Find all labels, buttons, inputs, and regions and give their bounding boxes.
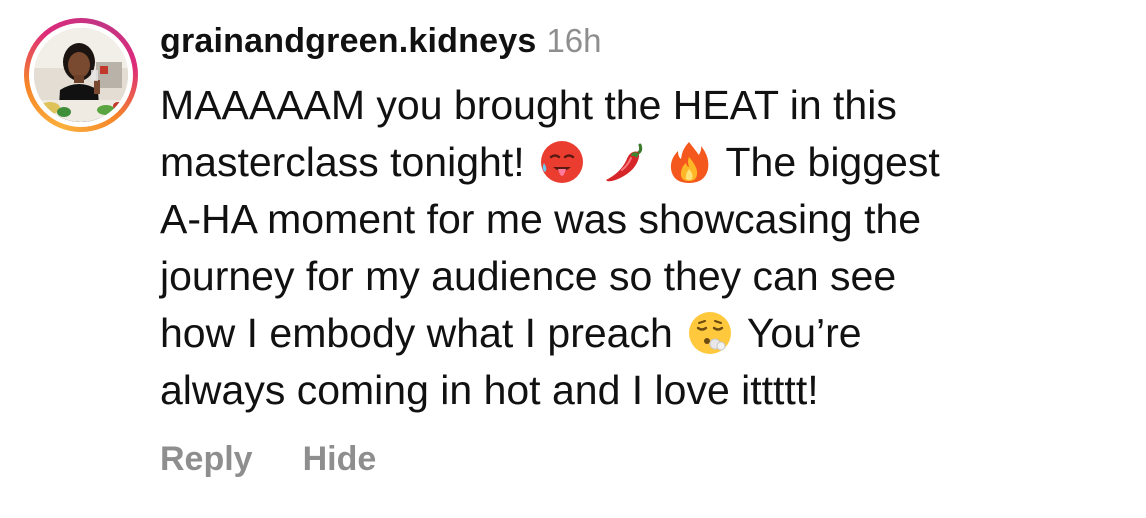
comment-text: You’re xyxy=(746,310,862,356)
comment-body: MAAAAAM you brought the HEAT in this mas… xyxy=(160,77,1120,419)
comment-line: always coming in hot and I love ittttt! xyxy=(160,362,1120,419)
avatar-photo xyxy=(34,28,128,122)
comment-line: A-HA moment for me was showcasing the xyxy=(160,191,1120,248)
hot-face-emoji-icon xyxy=(539,139,585,185)
hot-pepper-emoji-icon xyxy=(602,139,648,185)
comment-text: MAAAAAM you brought the HEAT in this xyxy=(160,82,897,128)
comment-line: journey for my audience so they can see xyxy=(160,248,1120,305)
timestamp: 16h xyxy=(546,22,602,59)
avatar-story-ring[interactable] xyxy=(24,18,138,132)
comment-text: The biggest xyxy=(725,139,940,185)
comment-line: how I embody what I preach You’re xyxy=(160,305,1120,362)
fire-emoji-icon xyxy=(666,139,712,185)
comment: grainandgreen.kidneys 16h MAAAAAM you br… xyxy=(0,0,1146,518)
comment-line: masterclass tonight! The biggest xyxy=(160,134,1120,191)
comment-text: masterclass tonight! xyxy=(160,139,525,185)
comment-text: always coming in hot and I love ittttt! xyxy=(160,367,819,413)
avatar-ring-gap xyxy=(29,23,133,127)
username-link[interactable]: grainandgreen.kidneys xyxy=(160,22,536,61)
comment-text: journey for my audience so they can see xyxy=(160,253,897,299)
comment-actions: Reply Hide xyxy=(160,440,376,479)
reply-button[interactable]: Reply xyxy=(160,440,253,479)
comment-line: MAAAAAM you brought the HEAT in this xyxy=(160,77,1120,134)
comment-header: grainandgreen.kidneys 16h xyxy=(160,22,602,66)
comment-text: how I embody what I preach xyxy=(160,310,673,356)
face-exhaling-emoji-icon xyxy=(687,310,733,356)
comment-text: A-HA moment for me was showcasing the xyxy=(160,196,922,242)
avatar[interactable] xyxy=(34,28,128,122)
hide-button[interactable]: Hide xyxy=(303,440,377,479)
